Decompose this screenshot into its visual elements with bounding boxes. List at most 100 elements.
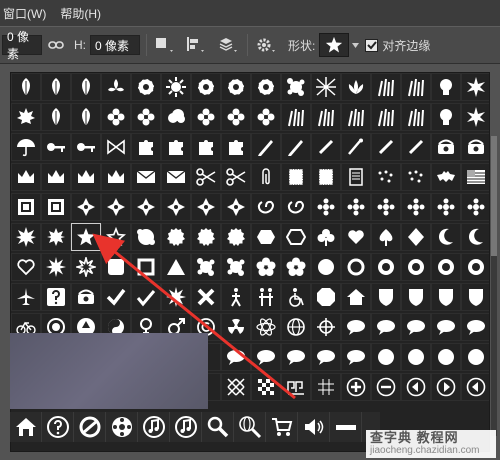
- shape-light-burst[interactable]: [311, 73, 341, 101]
- shape-bulb[interactable]: [431, 103, 461, 131]
- shape-phone[interactable]: [461, 133, 489, 161]
- height-field[interactable]: 0 像素: [90, 35, 140, 55]
- shape-floral[interactable]: [311, 193, 341, 221]
- shape-heart-outline[interactable]: [11, 253, 41, 281]
- shape-puzzle[interactable]: [161, 133, 191, 161]
- shape-arrow-left[interactable]: [401, 373, 431, 401]
- shape-speech[interactable]: [221, 343, 251, 371]
- shape-arrow-right[interactable]: [431, 373, 461, 401]
- shape-blossom[interactable]: [251, 73, 281, 101]
- shape-circle[interactable]: [311, 253, 341, 281]
- shape-flower[interactable]: [251, 103, 281, 131]
- chevron-down-icon[interactable]: [352, 42, 360, 48]
- shape-tick[interactable]: [131, 283, 161, 311]
- shape-hexagon-outline[interactable]: [281, 223, 311, 251]
- shape-flower[interactable]: [101, 103, 131, 131]
- shape-starburst[interactable]: [41, 253, 71, 281]
- shape-blossom[interactable]: [221, 73, 251, 101]
- shape-leaf-maple[interactable]: [11, 103, 41, 131]
- shape-greek[interactable]: [281, 373, 311, 401]
- shape-sun[interactable]: [161, 73, 191, 101]
- align-edges-checkbox[interactable]: [365, 38, 379, 52]
- shape-stamp[interactable]: [281, 163, 311, 191]
- shape-crown[interactable]: [71, 163, 101, 191]
- shape-scroll[interactable]: [341, 163, 371, 191]
- shape-pen[interactable]: [311, 133, 341, 161]
- shape-dots[interactable]: [371, 163, 401, 191]
- shape-ring[interactable]: [341, 253, 371, 281]
- shape-shield[interactable]: [371, 283, 401, 311]
- shape-question[interactable]: [41, 283, 71, 311]
- shape-seal[interactable]: [161, 223, 191, 251]
- scrollbar[interactable]: [491, 136, 497, 436]
- shape-circle-dot[interactable]: [431, 253, 461, 281]
- shape-film[interactable]: [106, 412, 138, 442]
- shape-speaker[interactable]: [298, 412, 330, 442]
- shape-grass[interactable]: [401, 103, 431, 131]
- shape-circle[interactable]: [401, 343, 431, 371]
- shape-key[interactable]: [71, 133, 101, 161]
- shape-floral[interactable]: [371, 193, 401, 221]
- shape-crown[interactable]: [11, 163, 41, 191]
- shape-x[interactable]: [191, 283, 221, 311]
- shape-blossom[interactable]: [191, 73, 221, 101]
- shape-burst[interactable]: [461, 73, 489, 101]
- path-operations-icon[interactable]: [153, 36, 177, 54]
- shape-square-rounded[interactable]: [101, 253, 131, 281]
- path-alignment-icon[interactable]: [183, 36, 209, 54]
- shape-envelope[interactable]: [131, 163, 161, 191]
- shape-dots[interactable]: [401, 163, 431, 191]
- shape-dash[interactable]: [330, 412, 362, 442]
- link-icon[interactable]: [48, 40, 64, 50]
- shape-grass[interactable]: [371, 103, 401, 131]
- shape-spade[interactable]: [371, 223, 401, 251]
- shape-umbrella[interactable]: [11, 133, 41, 161]
- shape-ornament[interactable]: [191, 193, 221, 221]
- shape-octagon[interactable]: [311, 283, 341, 311]
- shape-circle-dot[interactable]: [371, 253, 401, 281]
- shape-blob[interactable]: [131, 223, 161, 251]
- shape-pencil[interactable]: [281, 133, 311, 161]
- shape-moon[interactable]: [431, 223, 461, 251]
- shape-club[interactable]: [311, 223, 341, 251]
- shape-floral[interactable]: [461, 193, 489, 221]
- shape-radioactive[interactable]: [221, 313, 251, 341]
- shape-circle-dot[interactable]: [401, 253, 431, 281]
- shape-phone[interactable]: [71, 283, 101, 311]
- shape-blossom[interactable]: [131, 73, 161, 101]
- shape-leaf[interactable]: [41, 103, 71, 131]
- shape-circle[interactable]: [431, 343, 461, 371]
- shape-splat[interactable]: [281, 73, 311, 101]
- shape-globe[interactable]: [281, 313, 311, 341]
- menu-help[interactable]: 帮助(H): [53, 5, 108, 22]
- shape-no[interactable]: [74, 412, 106, 442]
- shape-picker-button[interactable]: [319, 33, 350, 57]
- shape-splat[interactable]: [191, 253, 221, 281]
- shape-leaf[interactable]: [71, 73, 101, 101]
- shape-speech[interactable]: [371, 313, 401, 341]
- shape-bulb[interactable]: [431, 73, 461, 101]
- shape-flower5[interactable]: [251, 253, 281, 281]
- shape-atom[interactable]: [251, 313, 281, 341]
- shape-plus-circle[interactable]: [341, 373, 371, 401]
- shape-puzzle[interactable]: [131, 133, 161, 161]
- shape-flag[interactable]: [461, 163, 489, 191]
- shape-clip[interactable]: [251, 163, 281, 191]
- arrange-icon[interactable]: [215, 36, 241, 54]
- shape-pen[interactable]: [401, 133, 431, 161]
- shape-speech[interactable]: [341, 313, 371, 341]
- shape-speech[interactable]: [461, 313, 489, 341]
- shape-seal[interactable]: [191, 223, 221, 251]
- shape-starburst-outline[interactable]: [71, 253, 101, 281]
- shape-grid[interactable]: [311, 373, 341, 401]
- shape-speech[interactable]: [341, 343, 371, 371]
- shape-floral[interactable]: [401, 193, 431, 221]
- shape-ornament[interactable]: [221, 193, 251, 221]
- shape-grass[interactable]: [341, 103, 371, 131]
- shape-triangle[interactable]: [161, 253, 191, 281]
- shape-check-pattern[interactable]: [251, 373, 281, 401]
- shape-burst[interactable]: [461, 103, 489, 131]
- shape-flower[interactable]: [191, 103, 221, 131]
- shape-flower5[interactable]: [281, 253, 311, 281]
- shape-wheelchair[interactable]: [281, 283, 311, 311]
